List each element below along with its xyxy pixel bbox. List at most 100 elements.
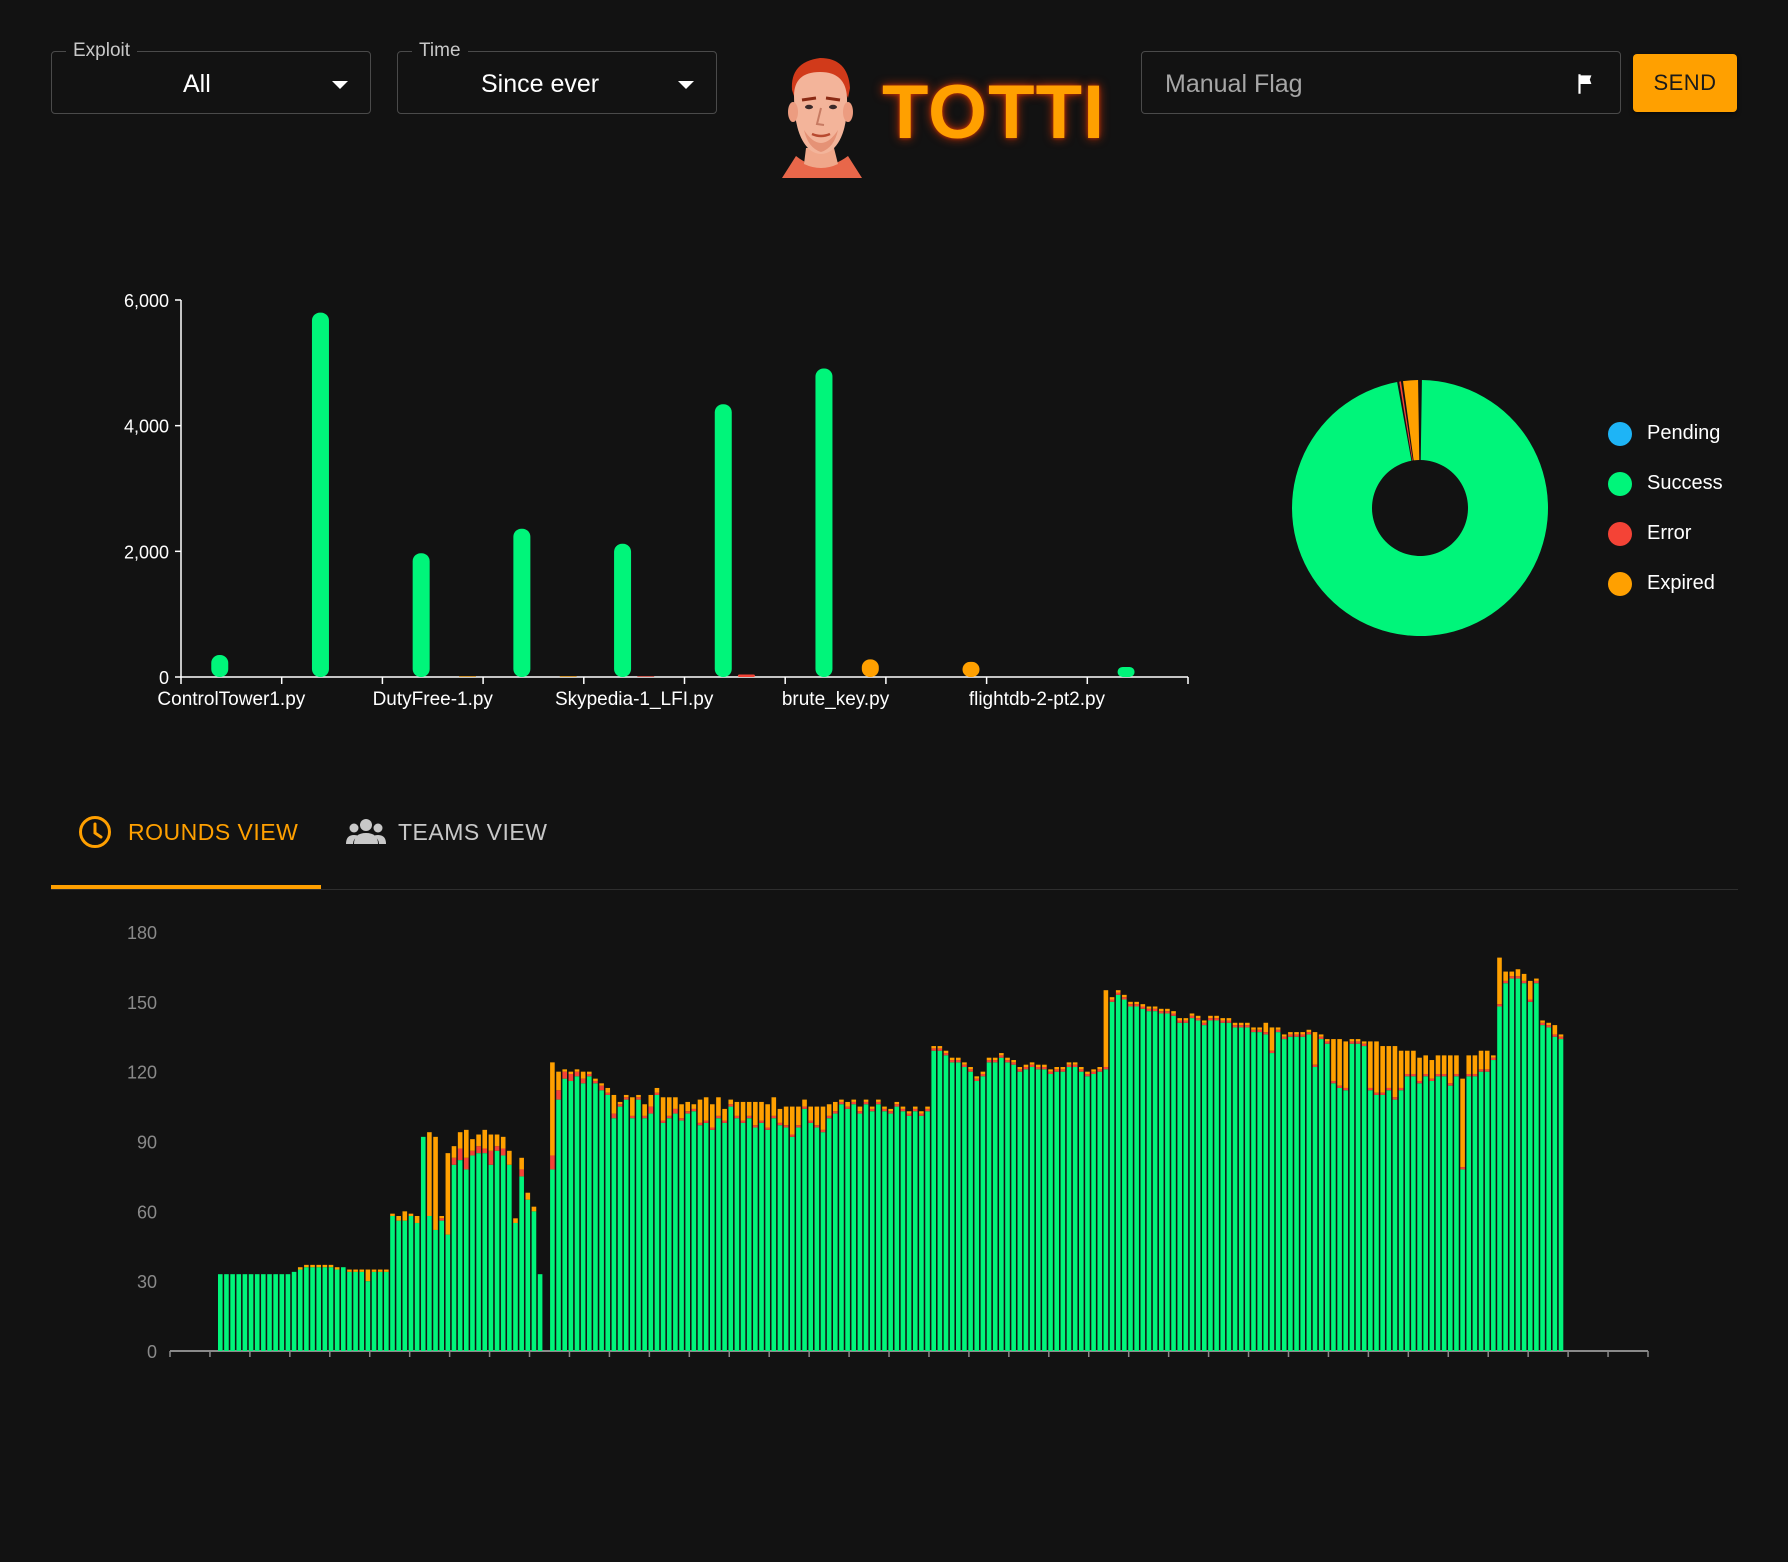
manual-flag-field[interactable]	[1141, 51, 1621, 114]
exploit-select-value: All	[183, 70, 211, 98]
bar-success	[513, 528, 531, 677]
round-bar-error	[1534, 980, 1539, 984]
y-tick-label: 4,000	[124, 417, 169, 437]
round-bar-error	[556, 1090, 561, 1100]
round-bar-success	[833, 1113, 838, 1351]
legend-dot	[1608, 472, 1632, 496]
round-bar-expired	[1140, 1004, 1146, 1007]
round-bar-expired	[1484, 1050, 1490, 1070]
round-bar-success	[1527, 1001, 1533, 1351]
round-bar-expired	[1109, 997, 1115, 1000]
round-bar-error	[464, 1157, 469, 1170]
round-bar-success	[906, 1115, 912, 1351]
round-bar-error	[1226, 1020, 1232, 1023]
round-bar-error	[691, 1108, 697, 1112]
round-bar-expired	[1472, 1055, 1478, 1074]
round-bar-error	[802, 1106, 807, 1109]
round-bar-success	[1035, 1069, 1041, 1351]
round-bar-success	[1177, 1022, 1182, 1351]
round-bar-error	[894, 1104, 900, 1107]
round-bar-expired	[1134, 1001, 1139, 1005]
round-bar-error	[888, 1111, 893, 1114]
round-bar-success	[992, 1062, 998, 1351]
tab-rounds-view[interactable]: ROUNDS VIEW	[78, 808, 308, 858]
round-bar-success	[1374, 1094, 1379, 1351]
round-bar-success	[445, 1234, 451, 1351]
tab-teams-view[interactable]: TEAMS VIEW	[346, 808, 556, 858]
round-bar-error	[912, 1108, 918, 1112]
round-bar-success	[390, 1215, 395, 1351]
round-bar-success	[1423, 1076, 1428, 1351]
round-bar-error	[648, 1106, 654, 1114]
round-bar-expired	[765, 1104, 770, 1128]
round-bar-expired	[371, 1269, 377, 1272]
round-bar-expired	[869, 1106, 875, 1109]
round-bar-error	[1165, 1011, 1170, 1014]
round-bar-expired	[507, 1150, 512, 1165]
round-bar-expired	[654, 1087, 660, 1093]
round-bar-success	[826, 1118, 832, 1351]
round-bar-success	[605, 1094, 611, 1351]
round-bar-expired	[1318, 1034, 1324, 1037]
round-bar-success	[519, 1176, 524, 1351]
round-bar-error	[476, 1146, 481, 1154]
round-bar-error	[1546, 1025, 1551, 1028]
round-bar-error	[488, 1150, 494, 1165]
round-bar-success	[796, 1127, 801, 1351]
round-bar-error	[1472, 1073, 1478, 1077]
round-bar-expired	[334, 1267, 340, 1270]
bar-expired	[559, 676, 577, 677]
round-bar-success	[1294, 1036, 1299, 1351]
round-bar-success	[876, 1104, 881, 1351]
round-bar-error	[1263, 1032, 1269, 1035]
round-bar-success	[703, 1122, 709, 1351]
round-bar-error	[703, 1120, 709, 1123]
round-bar-error	[759, 1120, 764, 1123]
round-bar-error	[906, 1113, 912, 1116]
round-bar-success	[1251, 1032, 1256, 1351]
round-bar-success	[679, 1120, 684, 1351]
round-bar-error	[1386, 1087, 1392, 1091]
manual-flag-input[interactable]	[1163, 64, 1567, 104]
round-bar-success	[1220, 1022, 1226, 1351]
round-bar-error	[734, 1115, 740, 1119]
round-bar-expired	[833, 1101, 838, 1112]
round-bar-expired	[439, 1215, 444, 1219]
round-bar-success	[1134, 1006, 1139, 1351]
round-bar-error	[789, 1134, 795, 1137]
round-bar-expired	[433, 1136, 438, 1230]
send-button[interactable]: SEND	[1633, 54, 1737, 112]
round-bar-error	[1208, 1018, 1213, 1021]
round-bar-expired	[666, 1097, 672, 1116]
round-bar-error	[1300, 1034, 1305, 1037]
exploit-select[interactable]: Exploit All	[51, 41, 371, 114]
round-bar-expired	[310, 1264, 315, 1268]
round-bar-success	[353, 1271, 358, 1351]
round-bar-expired	[802, 1099, 807, 1107]
round-bar-expired	[470, 1139, 475, 1151]
round-bar-success	[1448, 1085, 1453, 1351]
round-bar-expired	[1079, 1067, 1084, 1070]
round-bar-error	[931, 1048, 936, 1051]
round-bar-success	[1491, 1060, 1496, 1351]
round-bar-expired	[1288, 1032, 1293, 1035]
round-bar-success	[1466, 1076, 1472, 1351]
round-bar-success	[1361, 1046, 1367, 1351]
round-bar-success	[943, 1055, 949, 1351]
round-bar-expired	[414, 1215, 420, 1223]
round-bar-error	[1232, 1025, 1238, 1028]
rounds-stacked-bar-chart: 0 30 60 90 120 150 180	[127, 923, 1649, 1362]
round-bar-success	[1312, 1067, 1318, 1351]
bar-success	[614, 543, 632, 677]
round-bar-error	[820, 1129, 826, 1133]
round-bar-expired	[359, 1269, 365, 1272]
round-bar-expired	[1355, 1039, 1361, 1042]
time-select[interactable]: Time Since ever	[397, 41, 717, 114]
round-bar-success	[322, 1267, 328, 1351]
round-bar-expired	[1460, 1078, 1465, 1168]
round-bar-expired	[451, 1146, 457, 1158]
round-bar-success	[673, 1113, 678, 1351]
round-bar-success	[1503, 983, 1508, 1351]
round-bar-success	[1257, 1032, 1262, 1351]
round-bar-error	[1275, 1029, 1281, 1033]
